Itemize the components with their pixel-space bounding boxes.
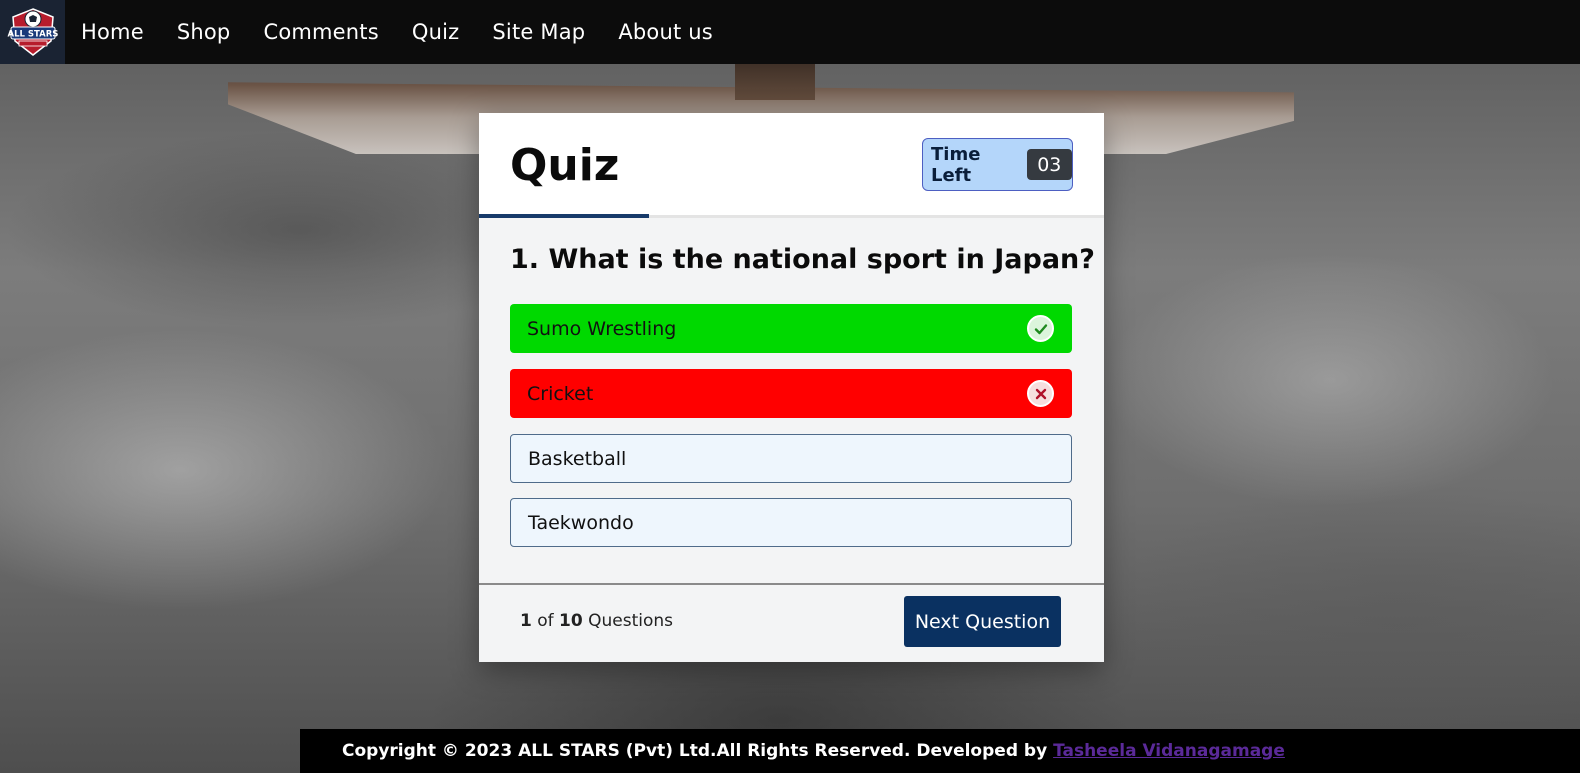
nav-shop[interactable]: Shop: [177, 20, 231, 44]
option-cricket[interactable]: Cricket: [510, 369, 1072, 418]
nav-home[interactable]: Home: [81, 20, 144, 44]
timer-label: Time Left: [931, 143, 981, 186]
quiz-header: Quiz Time Left 03: [479, 113, 1104, 218]
quiz-title: Quiz: [510, 140, 620, 191]
option-label: Basketball: [528, 447, 627, 470]
nav-comments[interactable]: Comments: [263, 20, 378, 44]
progress-total: 10: [559, 611, 583, 631]
option-label: Cricket: [527, 382, 594, 405]
nav-about-us[interactable]: About us: [618, 20, 713, 44]
timer-box: Time Left 03: [922, 138, 1073, 191]
site-logo[interactable]: ALL STARS: [0, 0, 65, 64]
backboard-post-image: [735, 62, 815, 100]
timer-value: 03: [1026, 149, 1072, 180]
cross-icon: [1027, 380, 1054, 407]
nav-quiz[interactable]: Quiz: [412, 20, 460, 44]
question-progress: 1 of 10 Questions: [520, 611, 673, 631]
progress-of: of: [537, 611, 554, 631]
option-sumo-wrestling[interactable]: Sumo Wrestling: [510, 304, 1072, 353]
next-question-button[interactable]: Next Question: [904, 596, 1061, 647]
progress-current: 1: [520, 611, 532, 631]
option-basketball[interactable]: Basketball: [510, 434, 1072, 483]
copyright-text: Copyright © 2023 ALL STARS (Pvt) Ltd.All…: [342, 741, 1054, 761]
developer-link[interactable]: Tasheela Vidanagamage: [1053, 741, 1285, 761]
option-taekwondo[interactable]: Taekwondo: [510, 498, 1072, 547]
question-text: 1. What is the national sport in Japan?: [510, 244, 1095, 275]
header-underline: [479, 214, 649, 218]
logo-text: ALL STARS: [7, 30, 58, 40]
option-label: Taekwondo: [528, 511, 634, 534]
quiz-card: Quiz Time Left 03 1. What is the nationa…: [479, 113, 1104, 662]
nav-site-map[interactable]: Site Map: [492, 20, 585, 44]
progress-suffix: Questions: [588, 611, 674, 631]
page-footer: Copyright © 2023 ALL STARS (Pvt) Ltd.All…: [300, 729, 1580, 773]
top-navbar: ALL STARS Home Shop Comments Quiz Site M…: [0, 0, 1580, 64]
all-stars-logo-icon: ALL STARS: [7, 8, 58, 56]
option-label: Sumo Wrestling: [527, 317, 677, 340]
quiz-footer: 1 of 10 Questions Next Question: [479, 583, 1104, 662]
check-icon: [1027, 315, 1054, 342]
